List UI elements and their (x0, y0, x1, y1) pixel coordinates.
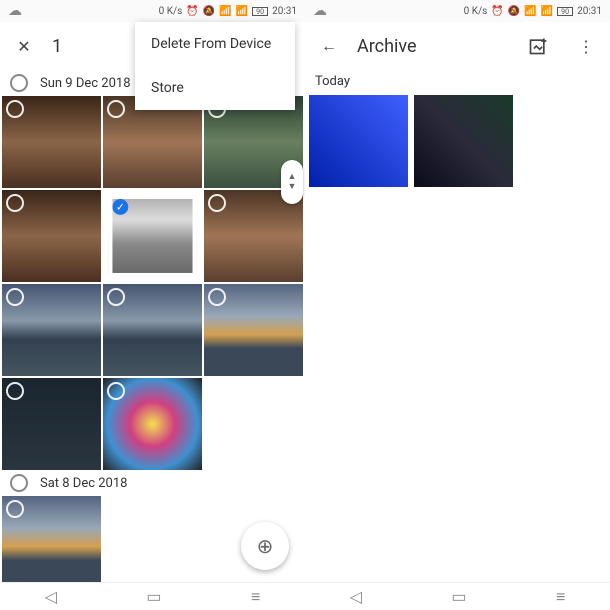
close-button[interactable]: ✕ (4, 26, 44, 66)
photo-grid (0, 96, 305, 470)
photo-thumb[interactable] (2, 190, 101, 282)
archive-screen: ☁ 0 K/s ⏰ 🔕 📶 📶 90 20:31 ← Archive ⋮ Tod… (305, 0, 610, 610)
wifi-icon: 📶 (219, 6, 231, 17)
clock: 20:31 (577, 6, 602, 17)
photo-thumb[interactable] (2, 96, 101, 188)
select-day-circle[interactable] (10, 474, 28, 492)
page-title: Archive (357, 36, 510, 57)
dnd-icon: 🔕 (203, 6, 215, 17)
nav-bar: ◁ ▭ ≡ (0, 582, 305, 610)
dnd-icon: 🔕 (508, 6, 520, 17)
date-label: Sat 8 Dec 2018 (40, 476, 127, 491)
photo-thumb-selected[interactable] (109, 196, 196, 277)
home-nav-icon[interactable]: ▭ (146, 587, 161, 606)
archive-grid (305, 93, 610, 189)
photo-thumb[interactable] (204, 190, 303, 282)
select-day-circle[interactable] (10, 74, 28, 92)
photo-thumb[interactable] (103, 284, 202, 376)
photo-thumb[interactable] (414, 95, 513, 187)
photo-thumb[interactable] (204, 284, 303, 376)
photo-thumb[interactable] (103, 378, 202, 470)
cloud-icon: ☁ (313, 3, 327, 19)
add-image-button[interactable] (518, 26, 558, 66)
photo-thumb[interactable] (2, 496, 101, 588)
date-label: Today (315, 74, 350, 89)
alarm-icon: ⏰ (491, 6, 503, 17)
clock: 20:31 (272, 6, 297, 17)
signal-icon: 📶 (541, 6, 553, 17)
cloud-icon: ☁ (8, 3, 22, 19)
zoom-fab[interactable]: ⊕ (241, 522, 289, 570)
alarm-icon: ⏰ (186, 6, 198, 17)
back-nav-icon[interactable]: ◁ (350, 587, 362, 606)
fast-scroller[interactable]: ▲▼ (281, 160, 303, 204)
date-header[interactable]: Sat 8 Dec 2018 (0, 470, 305, 496)
status-bar: ☁ 0 K/s ⏰ 🔕 📶 📶 90 20:31 (305, 0, 610, 22)
battery-icon: 90 (252, 7, 268, 16)
more-button[interactable]: ⋮ (566, 26, 606, 66)
back-button[interactable]: ← (309, 26, 349, 66)
photos-selection-screen: ☁ 0 K/s ⏰ 🔕 📶 📶 90 20:31 ✕ 1 Delete From… (0, 0, 305, 610)
signal-icon: 📶 (236, 6, 248, 17)
net-speed: 0 K/s (464, 6, 488, 17)
magnify-icon: ⊕ (257, 534, 274, 558)
recent-nav-icon[interactable]: ≡ (251, 587, 260, 607)
photo-thumb[interactable] (2, 378, 101, 470)
menu-store[interactable]: Store (135, 66, 295, 110)
wifi-icon: 📶 (524, 6, 536, 17)
overflow-menu: Delete From Device Store (135, 22, 295, 110)
date-label: Sun 9 Dec 2018 (40, 76, 131, 91)
status-bar: ☁ 0 K/s ⏰ 🔕 📶 📶 90 20:31 (0, 0, 305, 22)
nav-bar: ◁ ▭ ≡ (305, 582, 610, 610)
archive-toolbar: ← Archive ⋮ (305, 22, 610, 70)
back-nav-icon[interactable]: ◁ (45, 587, 57, 606)
photo-thumb[interactable] (309, 95, 408, 187)
battery-icon: 90 (557, 7, 573, 16)
menu-delete-from-device[interactable]: Delete From Device (135, 22, 295, 66)
home-nav-icon[interactable]: ▭ (451, 587, 466, 606)
recent-nav-icon[interactable]: ≡ (556, 587, 565, 607)
date-header: Today (305, 70, 610, 93)
net-speed: 0 K/s (159, 6, 183, 17)
photo-thumb[interactable] (2, 284, 101, 376)
